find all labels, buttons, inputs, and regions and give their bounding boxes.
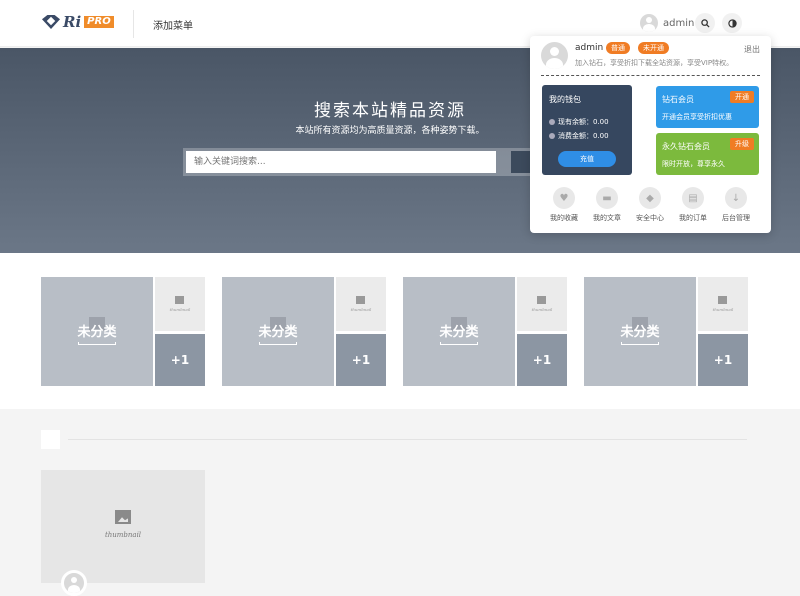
category-cover[interactable]: 未分类 (222, 277, 334, 386)
category-card[interactable]: 未分类 thumbnail +1 (222, 277, 386, 386)
quick-label: 后台管理 (722, 214, 750, 222)
quick-link-admin[interactable]: ↓ 后台管理 (716, 187, 756, 223)
spent-text: 消费金额：0.00 (558, 132, 609, 140)
category-cover[interactable]: 未分类 (584, 277, 696, 386)
vip-open-button[interactable]: 开通 (730, 91, 754, 103)
section-divider (68, 439, 747, 440)
category-title: 未分类 (620, 325, 660, 340)
image-icon (115, 510, 131, 524)
category-grid: 未分类 thumbnail +1 未分类 thumbnail +1 未分类 th… (0, 253, 800, 409)
category-cover[interactable]: 未分类 (403, 277, 515, 386)
quick-label: 安全中心 (636, 214, 664, 222)
title-underline (440, 342, 478, 345)
upgrade-button[interactable]: 升级 (730, 138, 754, 150)
recharge-button[interactable]: 充值 (558, 151, 616, 167)
vip-card[interactable]: 钻石会员 开通会员享受折扣优惠 开通 (656, 86, 759, 128)
category-cover[interactable]: 未分类 (41, 277, 153, 386)
post-card[interactable]: thumbnail (41, 470, 205, 596)
category-more-count[interactable]: +1 (517, 334, 567, 386)
folder-icon: ▬ (596, 187, 618, 209)
status-badge: 普通 (606, 42, 630, 54)
panel-username: admin (575, 43, 604, 53)
avatar (640, 14, 658, 32)
logo-gem-icon (42, 15, 60, 29)
category-title: 未分类 (77, 325, 117, 340)
quick-link-favorites[interactable]: ♥ 我的收藏 (544, 187, 584, 223)
post-section: thumbnail (0, 409, 800, 596)
clipboard-icon: ▤ (682, 187, 704, 209)
category-title: 未分类 (439, 325, 479, 340)
header-username: admin (663, 17, 695, 29)
download-icon: ↓ (725, 187, 747, 209)
panel-description: 加入钻石，享受折扣下载全站资源，享受VIP特权。 (575, 59, 734, 67)
coin-icon (549, 119, 555, 125)
category-card[interactable]: 未分类 thumbnail +1 (41, 277, 205, 386)
category-thumb[interactable]: thumbnail (336, 277, 386, 331)
add-menu-link[interactable]: 添加菜单 (153, 17, 193, 32)
category-thumb[interactable]: thumbnail (155, 277, 205, 331)
shield-icon: ◆ (639, 187, 661, 209)
thumb-caption: thumbnail (169, 307, 191, 312)
site-logo[interactable]: Ri PRO (42, 13, 114, 31)
image-icon (718, 296, 727, 304)
quick-label: 我的订单 (679, 214, 707, 222)
thumb-caption: thumbnail (712, 307, 734, 312)
category-thumb[interactable]: thumbnail (517, 277, 567, 331)
quick-link-orders[interactable]: ▤ 我的订单 (673, 187, 713, 223)
heart-icon: ♥ (553, 187, 575, 209)
search-icon (700, 18, 710, 28)
search-button[interactable] (695, 13, 715, 33)
category-more-count[interactable]: +1 (155, 334, 205, 386)
category-thumb[interactable]: thumbnail (698, 277, 748, 331)
post-thumb-caption: thumbnail (104, 531, 142, 539)
balance-row: 现有余额：0.00 (549, 117, 609, 127)
title-underline (259, 342, 297, 345)
lifetime-title: 永久钻石会员 (662, 142, 710, 151)
user-dropdown-panel: admin 普通 未开通 退出 加入钻石，享受折扣下载全站资源，享受VIP特权。… (530, 36, 771, 233)
wallet-title: 我的钱包 (549, 95, 581, 104)
quick-label: 我的文章 (593, 214, 621, 222)
quick-link-articles[interactable]: ▬ 我的文章 (587, 187, 627, 223)
category-more-count[interactable]: +1 (698, 334, 748, 386)
thumb-caption: thumbnail (350, 307, 372, 312)
logo-text: Ri (63, 13, 82, 31)
theme-toggle-icon (727, 18, 737, 28)
search-submit-button[interactable] (511, 151, 531, 173)
coin-icon (549, 133, 555, 139)
user-menu[interactable]: admin (640, 14, 694, 32)
panel-divider (541, 75, 760, 76)
title-underline (621, 342, 659, 345)
vip-title: 钻石会员 (662, 95, 694, 104)
panel-avatar[interactable] (541, 42, 568, 69)
vip-status-badge: 未开通 (638, 42, 669, 54)
logo-badge: PRO (84, 16, 114, 28)
lifetime-desc: 限时开放，尊享永久 (662, 160, 725, 168)
lifetime-vip-card[interactable]: 永久钻石会员 限时开放，尊享永久 升级 (656, 133, 759, 175)
section-marker (41, 430, 60, 449)
image-icon (537, 296, 546, 304)
category-title: 未分类 (258, 325, 298, 340)
balance-text: 现有余额：0.00 (558, 118, 609, 126)
category-card[interactable]: 未分类 thumbnail +1 (584, 277, 748, 386)
category-card[interactable]: 未分类 thumbnail +1 (403, 277, 567, 386)
spent-row: 消费金额：0.00 (549, 131, 609, 141)
quick-label: 我的收藏 (550, 214, 578, 222)
image-icon (175, 296, 184, 304)
header-divider (133, 10, 134, 38)
logout-link[interactable]: 退出 (744, 44, 760, 55)
vip-desc: 开通会员享受折扣优惠 (662, 113, 732, 121)
title-underline (78, 342, 116, 345)
image-icon (356, 296, 365, 304)
category-more-count[interactable]: +1 (336, 334, 386, 386)
hero-search (183, 148, 531, 176)
search-input[interactable] (186, 151, 496, 173)
quick-link-security[interactable]: ◆ 安全中心 (630, 187, 670, 223)
wallet-card: 我的钱包 现有余额：0.00 消费金额：0.00 充值 (542, 85, 632, 175)
theme-toggle-button[interactable] (722, 13, 742, 33)
post-author-avatar[interactable] (61, 570, 87, 596)
thumb-caption: thumbnail (531, 307, 553, 312)
